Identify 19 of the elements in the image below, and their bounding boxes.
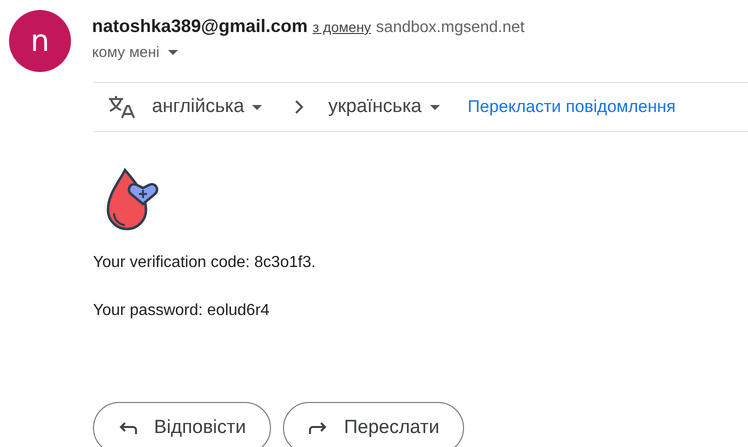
- sender-email: natoshka389@gmail.com: [92, 16, 308, 37]
- caret-icon: [430, 104, 440, 110]
- reply-icon: [118, 421, 138, 435]
- message-text: Your password: eolud6r4: [93, 302, 270, 321]
- translate-link[interactable]: Перекласти повідомлення: [468, 97, 676, 117]
- recipient-label: кому мені: [92, 44, 160, 61]
- message-text: Your verification code: 8c3o1f3.: [93, 254, 317, 273]
- target-language-select[interactable]: українська: [328, 96, 440, 118]
- source-language-select[interactable]: англійська: [152, 96, 262, 118]
- avatar: n: [9, 10, 71, 72]
- chevron-right-icon: [294, 99, 304, 115]
- caret-icon[interactable]: [168, 50, 178, 55]
- caret-icon: [252, 104, 262, 110]
- via-link[interactable]: з домену: [312, 19, 372, 35]
- reply-button[interactable]: Відповісти: [93, 402, 271, 447]
- sender-domain: sandbox.mgsend.net: [376, 19, 525, 37]
- forward-button[interactable]: Переслати: [282, 402, 464, 447]
- forward-icon: [308, 421, 328, 435]
- translate-icon: [108, 95, 136, 119]
